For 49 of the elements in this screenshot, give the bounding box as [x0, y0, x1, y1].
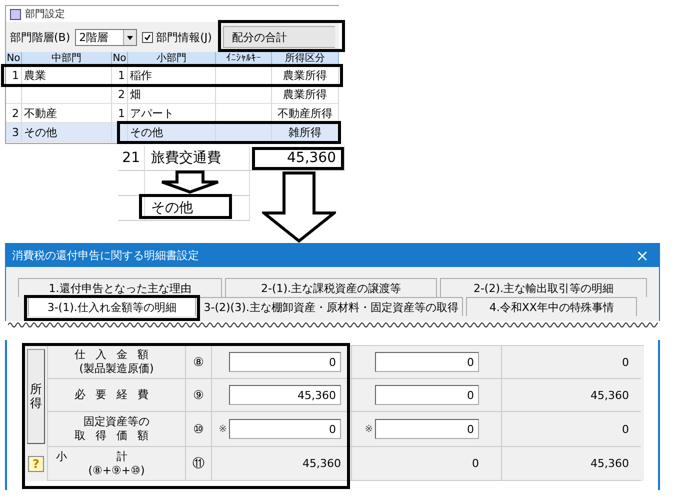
tab[interactable]: 1.還付申告となった主な理由: [18, 278, 222, 297]
arrow-drawing: [160, 170, 220, 194]
tab[interactable]: 2-(2).主な輸出取引等の明細: [440, 278, 647, 297]
tab[interactable]: 3-(1).仕入れ金額等の明細: [28, 297, 196, 316]
note-mark: ※: [218, 424, 227, 434]
department-info-checkbox[interactable]: [142, 32, 154, 42]
row-label: 仕入金額 (製品製造原価): [47, 346, 185, 379]
row-number: 1: [112, 104, 128, 123]
row-number: 2: [6, 104, 22, 123]
group-label: 所得: [27, 349, 45, 444]
caret-icon: [123, 30, 136, 44]
amount-field[interactable]: 45,360: [229, 385, 341, 405]
empty-cell: [118, 171, 145, 196]
amount-value: 45,360: [302, 457, 341, 470]
middle-department-cell: その他: [22, 123, 112, 142]
app-icon: [10, 8, 21, 20]
amount-field[interactable]: 0: [229, 352, 341, 372]
amount-value: 0: [622, 422, 629, 436]
amount-field[interactable]: 0: [375, 419, 479, 439]
checkbox-label: 部門情報(J): [156, 30, 212, 44]
amount-field[interactable]: 0: [375, 385, 479, 405]
row-number: ⑨: [185, 379, 211, 412]
row-number: ⑪: [185, 447, 211, 481]
amount-value: 0: [622, 356, 629, 368]
middle-department-cell: 不動産: [22, 104, 112, 123]
note-mark: ※: [364, 424, 373, 434]
window-title: 消費税の還付申告に関する明細書設定: [12, 248, 199, 263]
tab[interactable]: 3-(2)(3).主な棚卸資産・原材料・固定資産等の取得: [198, 297, 464, 316]
close-button[interactable]: ×: [632, 246, 653, 265]
row-number: ⑧: [185, 346, 211, 379]
account-number: 21: [118, 146, 145, 171]
hierarchy-select[interactable]: 2階層: [75, 28, 138, 46]
tab[interactable]: 4.令和XX年中の特殊事情: [466, 297, 637, 316]
row-label: 固定資産等の 取得価額: [47, 412, 185, 447]
amount-value: 0: [472, 457, 479, 470]
row-label: 必要経費: [47, 379, 185, 412]
amount-value: 45,360: [590, 457, 629, 470]
row-label: 小計 (⑧+⑨+⑩): [47, 447, 185, 481]
window-title: 部門設定: [25, 8, 65, 21]
account-name: その他: [145, 196, 250, 221]
amount-field[interactable]: 0: [229, 419, 341, 439]
allocation-total-button[interactable]: 配分の合計: [222, 26, 335, 48]
empty-cell: [118, 196, 145, 221]
tab[interactable]: 2-(1).主な課税資産の譲渡等: [225, 278, 437, 297]
amount-field[interactable]: 0: [375, 352, 479, 372]
hierarchy-label: 部門階層(B): [10, 30, 70, 44]
row-number: ⑩: [185, 412, 211, 447]
amount-value: 45,360: [590, 388, 629, 402]
row-number: 3: [6, 123, 22, 142]
